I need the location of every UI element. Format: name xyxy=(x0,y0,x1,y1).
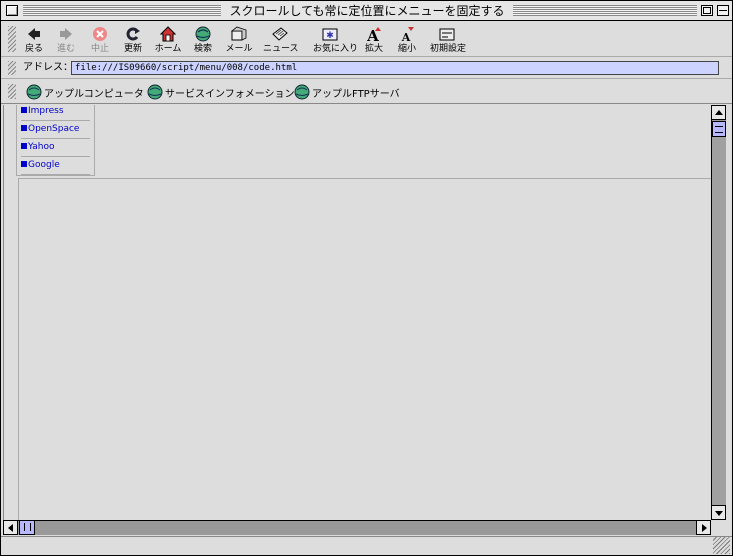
home-icon xyxy=(160,26,176,42)
horizontal-scrollbar[interactable] xyxy=(3,520,711,535)
favorites-button[interactable]: ✱ お気に入り xyxy=(313,26,359,55)
bullet-icon xyxy=(21,125,27,131)
back-arrow-icon xyxy=(28,28,40,40)
forward-label: 進む xyxy=(56,44,75,54)
favorites-bar: アップルコンピュータ サービスインフォメーション アップルFTPサーバ xyxy=(1,80,732,104)
favorite-label: アップルコンピュータ xyxy=(44,88,144,100)
svg-text:✱: ✱ xyxy=(326,31,334,41)
browser-window: スクロールしても常に定位置にメニューを固定する 戻る 進む 中止 更新 ホーム xyxy=(0,0,733,556)
search-globe-icon xyxy=(195,26,211,42)
menu-item-label: Google xyxy=(28,160,60,170)
forward-arrow-icon xyxy=(60,28,72,40)
mail-label: メール xyxy=(225,44,253,54)
home-button[interactable]: ホーム xyxy=(151,26,185,55)
mail-icon xyxy=(231,26,247,41)
scroll-down-button[interactable] xyxy=(711,505,726,520)
menu-item-label: Yahoo xyxy=(28,142,55,152)
toolbar-grip[interactable] xyxy=(8,26,16,52)
close-box[interactable] xyxy=(6,5,18,16)
menu-item-yahoo[interactable]: Yahoo xyxy=(21,140,90,157)
title-bar[interactable]: スクロールしても常に定位置にメニューを固定する xyxy=(1,1,732,21)
vertical-scrollbar[interactable] xyxy=(711,105,726,520)
globe-icon xyxy=(26,84,42,100)
horizontal-scroll-thumb[interactable] xyxy=(19,520,35,535)
favorites-label: お気に入り xyxy=(313,44,359,54)
bullet-icon xyxy=(21,143,27,149)
favorite-label: アップルFTPサーバ xyxy=(312,88,400,100)
favorite-apple-ftp[interactable]: アップルFTPサーバ xyxy=(294,84,400,100)
favorites-grip[interactable] xyxy=(8,84,16,99)
title-stripes-right xyxy=(513,5,697,16)
favorite-apple-computer[interactable]: アップルコンピュータ xyxy=(26,84,144,100)
favorite-label: サービスインフォメーション xyxy=(165,88,295,100)
bullet-icon xyxy=(21,161,27,167)
back-button[interactable]: 戻る xyxy=(17,26,51,55)
text-larger-icon: A xyxy=(366,27,381,42)
news-icon xyxy=(272,27,288,41)
news-label: ニュース xyxy=(263,44,299,54)
scroll-right-button[interactable] xyxy=(696,520,711,535)
down-arrow-icon xyxy=(715,511,723,516)
menu-item-google[interactable]: Google xyxy=(21,158,90,175)
search-label: 検索 xyxy=(193,44,212,54)
globe-icon xyxy=(147,84,163,100)
address-grip[interactable] xyxy=(8,61,16,75)
forward-button[interactable]: 進む xyxy=(49,26,83,55)
page-content[interactable]: Impress OpenSpace Yahoo Google xyxy=(3,105,711,520)
collapse-box[interactable] xyxy=(717,5,729,16)
resize-grip-icon[interactable] xyxy=(713,537,730,554)
refresh-button[interactable]: 更新 xyxy=(116,26,150,55)
mail-button[interactable]: メール xyxy=(222,26,256,55)
preferences-button[interactable]: 初期設定 xyxy=(430,26,467,55)
text-smaller-label: 縮小 xyxy=(397,44,416,54)
toolbar: 戻る 進む 中止 更新 ホーム 検索 メール ニュース ✱ お気に入り A 拡大… xyxy=(1,22,732,57)
stop-label: 中止 xyxy=(90,44,109,54)
menu-item-label: Impress xyxy=(28,106,64,116)
address-bar: アドレス： file:///IS09660/script/menu/008/co… xyxy=(1,58,732,79)
fixed-menu: Impress OpenSpace Yahoo Google xyxy=(16,105,95,176)
menu-item-openspace[interactable]: OpenSpace xyxy=(21,122,90,139)
preferences-label: 初期設定 xyxy=(430,44,467,54)
stop-button[interactable]: 中止 xyxy=(83,26,117,55)
address-input[interactable]: file:///IS09660/script/menu/008/code.htm… xyxy=(71,61,719,75)
text-larger-button[interactable]: A 拡大 xyxy=(357,26,391,55)
favorites-icon: ✱ xyxy=(322,28,338,41)
refresh-icon xyxy=(126,27,140,41)
text-larger-label: 拡大 xyxy=(364,44,383,54)
right-arrow-icon xyxy=(702,524,707,532)
title-stripes-left xyxy=(23,5,221,16)
globe-icon xyxy=(294,84,310,100)
favorite-service-info[interactable]: サービスインフォメーション xyxy=(147,84,295,100)
scroll-corner xyxy=(711,520,732,535)
up-arrow-icon xyxy=(715,110,723,115)
menu-item-impress[interactable]: Impress xyxy=(21,105,90,121)
window-title: スクロールしても常に定位置にメニューを固定する xyxy=(223,3,511,19)
refresh-label: 更新 xyxy=(123,44,142,54)
vertical-scroll-thumb[interactable] xyxy=(712,121,726,137)
menu-item-label: OpenSpace xyxy=(28,124,80,134)
bullet-icon xyxy=(21,107,27,113)
status-bar xyxy=(1,536,732,555)
search-button[interactable]: 検索 xyxy=(186,26,220,55)
address-label: アドレス： xyxy=(23,62,73,73)
stop-icon xyxy=(93,27,107,41)
zoom-box[interactable] xyxy=(701,5,713,16)
vertical-scroll-track[interactable] xyxy=(712,137,726,505)
scroll-left-button[interactable] xyxy=(3,520,18,535)
back-label: 戻る xyxy=(24,44,43,54)
home-label: ホーム xyxy=(154,44,182,54)
left-arrow-icon xyxy=(8,524,13,532)
text-smaller-icon: A xyxy=(401,27,414,42)
content-frame xyxy=(18,178,711,520)
news-button[interactable]: ニュース xyxy=(263,26,299,55)
svg-text:A: A xyxy=(401,31,411,42)
scroll-up-button[interactable] xyxy=(711,105,726,120)
text-smaller-button[interactable]: A 縮小 xyxy=(390,26,424,55)
preferences-icon xyxy=(439,28,455,41)
